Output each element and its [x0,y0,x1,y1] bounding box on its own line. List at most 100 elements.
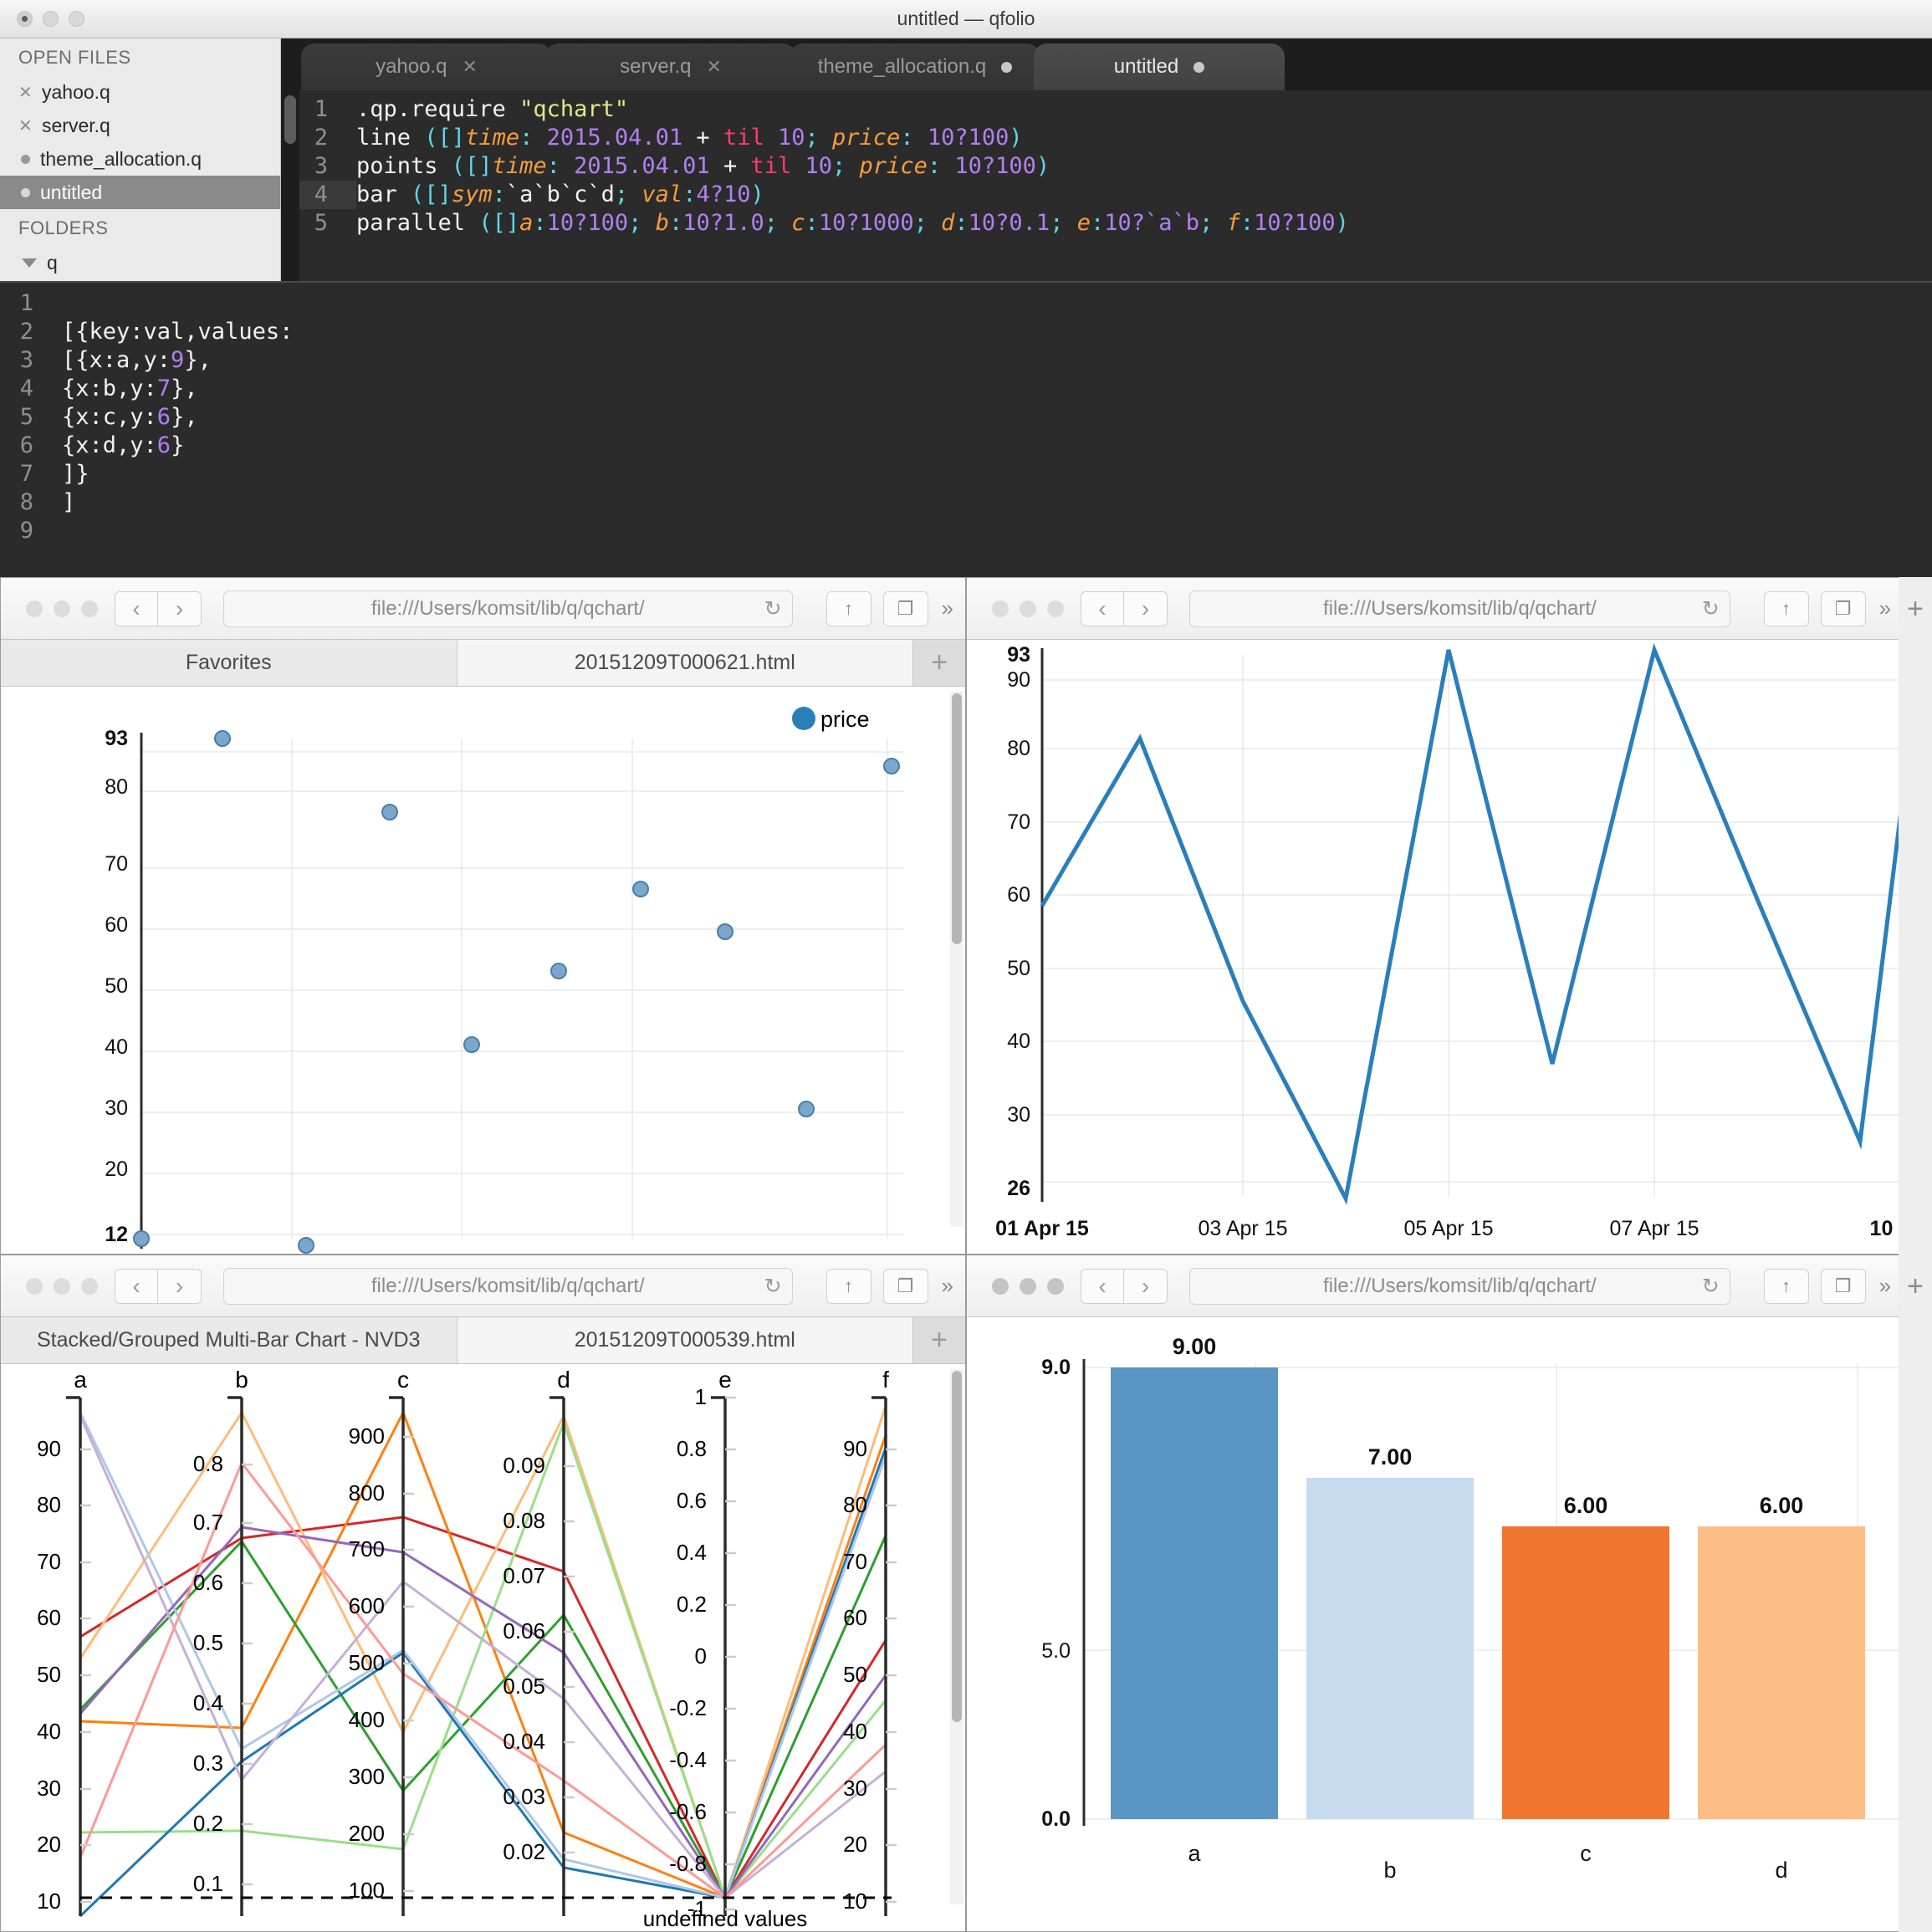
tab-untitled[interactable]: untitled [1034,43,1285,90]
browser-traffic-lights[interactable] [26,1278,98,1295]
browser-traffic-lights[interactable] [26,601,98,617]
new-tab-button[interactable]: + [913,1317,965,1363]
zoom-window-button[interactable] [1047,601,1064,617]
address-bar[interactable]: file:///Users/komsit/lib/q/qchart/ ↻ [1189,1268,1730,1305]
bar-b [1306,1478,1474,1819]
scatter-ytick: 12 [105,1223,128,1246]
new-tab-button-right[interactable]: + [1900,592,1930,626]
svg-text:0.5: 0.5 [193,1630,223,1655]
nav-buttons[interactable]: ‹ › [115,591,202,626]
tab-close-icon[interactable]: ✕ [706,56,721,78]
address-bar[interactable]: file:///Users/komsit/lib/q/qchart/ ↻ [223,590,793,627]
editor-vscrollbar-thumb[interactable] [284,95,296,144]
reload-icon[interactable]: ↻ [1702,596,1720,621]
nav-buttons[interactable]: ‹ › [1081,1269,1168,1304]
editor-vscrollbar-track[interactable] [281,90,299,281]
code-line-content: bar ([]sym:`a`b`c`d; val:4?10) [356,181,764,209]
close-window-button[interactable] [992,1278,1009,1295]
close-file-icon[interactable]: ✕ [18,115,32,136]
svg-text:700: 700 [349,1536,385,1561]
svg-text:0.4: 0.4 [193,1690,223,1715]
share-icon[interactable]: ↑ [1764,591,1809,626]
editor-sidebar: OPEN FILES ✕ yahoo.q ✕ server.q theme_al… [0,38,281,281]
sidebar-item-label: yahoo.q [42,81,110,104]
address-bar[interactable]: file:///Users/komsit/lib/q/qchart/ ↻ [1189,590,1730,627]
browser-right-edge-strip [1899,577,1932,1255]
svg-text:300: 300 [349,1764,385,1789]
more-toolbar-items-icon[interactable]: » [942,1273,953,1299]
back-icon[interactable]: ‹ [115,591,158,626]
browser-traffic-lights[interactable] [992,1278,1064,1295]
browser-tab-favorites[interactable]: Favorites [1,640,457,686]
folder-item-q[interactable]: q [0,246,280,279]
line-ytick: 26 [1007,1177,1030,1200]
nav-buttons[interactable]: ‹ › [1081,591,1168,626]
sidebar-item-server[interactable]: ✕ server.q [0,109,280,142]
browser-tab-page[interactable]: 20151209T000621.html [457,640,914,686]
close-window-button[interactable] [992,601,1009,617]
close-file-icon[interactable]: ✕ [18,82,32,103]
forward-icon[interactable]: › [1124,591,1168,626]
tab-yahoo-q[interactable]: yahoo.q ✕ [301,43,552,90]
browser-tab-nvd3[interactable]: Stacked/Grouped Multi-Bar Chart - NVD3 [1,1317,457,1363]
minimize-window-button[interactable] [1020,1278,1036,1295]
window-title: untitled — qfolio [0,8,1932,30]
share-icon[interactable]: ↑ [826,1269,871,1304]
back-icon[interactable]: ‹ [1081,1269,1124,1304]
more-toolbar-items-icon[interactable]: » [1879,1273,1891,1299]
line-ytick: 40 [1007,1030,1030,1053]
page-vscrollbar-track[interactable] [950,692,963,1227]
tab-theme-allocation-q[interactable]: theme_allocation.q [790,43,1040,90]
page-vscrollbar-track[interactable] [950,1369,963,1904]
forward-icon[interactable]: › [1124,1269,1168,1304]
code-text-area[interactable]: 1.qp.require "qchart"2line ([]time: 2015… [299,90,1932,281]
show-tabs-icon[interactable]: ❐ [883,1269,928,1304]
line-number: 9 [0,517,62,545]
show-tabs-icon[interactable]: ❐ [1821,591,1866,626]
tab-server-q[interactable]: server.q ✕ [545,43,796,90]
sidebar-item-untitled[interactable]: untitled [0,176,280,209]
browser-traffic-lights[interactable] [992,601,1064,617]
close-window-button[interactable] [26,1278,43,1295]
forward-icon[interactable]: › [158,591,202,626]
reload-icon[interactable]: ↻ [764,596,782,621]
show-tabs-icon[interactable]: ❐ [883,591,928,626]
back-icon[interactable]: ‹ [115,1269,158,1304]
reload-icon[interactable]: ↻ [764,1274,782,1299]
code-line-content: [{key:val,values: [62,318,293,346]
chevron-down-icon[interactable] [22,258,37,268]
close-window-button[interactable] [26,601,43,617]
nav-buttons[interactable]: ‹ › [115,1269,202,1304]
share-icon[interactable]: ↑ [1764,1269,1809,1304]
console-text-area[interactable]: 12[{key:val,values:3[{x:a,y:9},4{x:b,y:7… [0,283,1932,545]
code-line: 5parallel ([]a:10?100; b:10?1.0; c:10?10… [299,209,1932,238]
more-toolbar-items-icon[interactable]: » [1879,595,1891,621]
minimize-window-button[interactable] [54,601,70,617]
sidebar-item-theme-allocation[interactable]: theme_allocation.q [0,142,280,176]
line-chart: 93 90 80 70 60 50 40 30 26 01 Apr 15 03 … [967,640,1931,1255]
output-console[interactable]: 12[{key:val,values:3[{x:a,y:9},4{x:b,y:7… [0,281,1932,577]
sidebar-item-yahoo[interactable]: ✕ yahoo.q [0,75,280,109]
share-icon[interactable]: ↑ [826,591,871,626]
scatter-gridlines [141,739,904,1239]
back-icon[interactable]: ‹ [1081,591,1124,626]
reload-icon[interactable]: ↻ [1702,1274,1720,1299]
svg-text:0.09: 0.09 [503,1453,545,1478]
new-tab-button[interactable]: + [913,640,965,686]
zoom-window-button[interactable] [81,601,98,617]
more-toolbar-items-icon[interactable]: » [942,595,953,621]
address-bar[interactable]: file:///Users/komsit/lib/q/qchart/ ↻ [223,1268,793,1305]
zoom-window-button[interactable] [81,1278,98,1295]
show-tabs-icon[interactable]: ❐ [1821,1269,1866,1304]
page-vscrollbar-thumb[interactable] [952,1371,962,1722]
zoom-window-button[interactable] [1047,1278,1064,1295]
minimize-window-button[interactable] [54,1278,70,1295]
new-tab-button-right-2[interactable]: + [1900,1270,1930,1303]
page-vscrollbar-thumb[interactable] [952,693,962,944]
svg-text:0.2: 0.2 [193,1811,223,1836]
browser-tab-page[interactable]: 20151209T000539.html [457,1317,914,1363]
scatter-ytick: 20 [105,1158,128,1181]
forward-icon[interactable]: › [158,1269,202,1304]
tab-close-icon[interactable]: ✕ [462,56,477,78]
minimize-window-button[interactable] [1020,601,1036,617]
